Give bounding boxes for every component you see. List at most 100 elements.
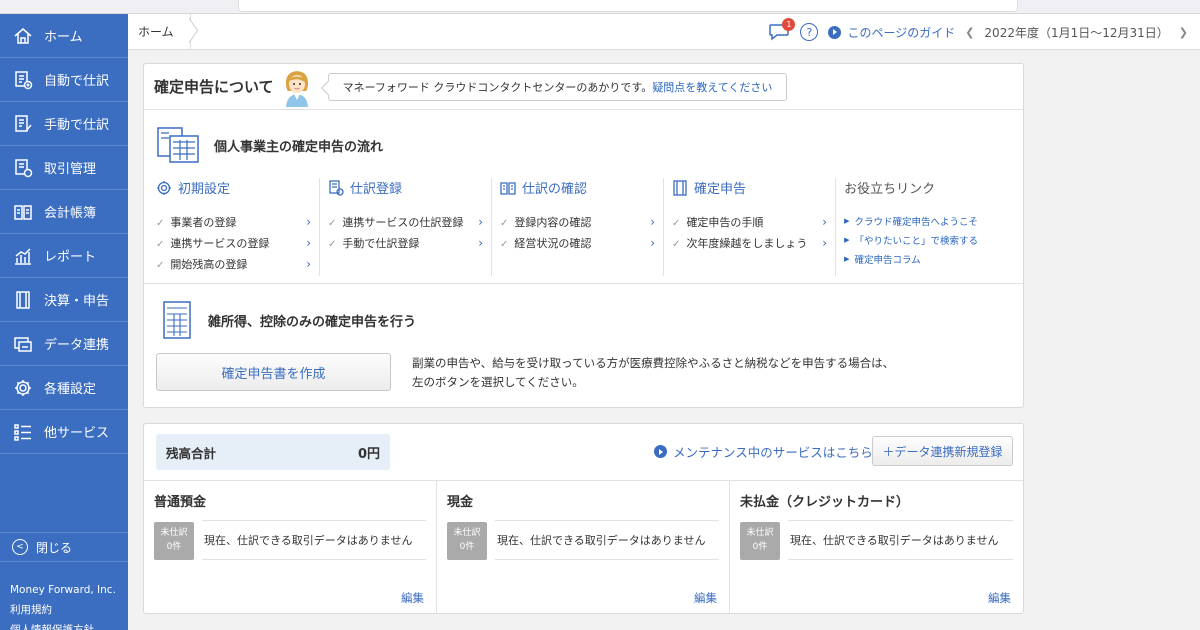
sidebar-item-label: レポート [44,250,97,265]
notification-button[interactable]: 1 [768,18,796,41]
book-icon [500,181,516,195]
link-label: クラウド確定申告へようこそ [854,216,978,228]
header-actions: 1 ? このページのガイド ❮ 2022年度（1月1日〜12月31日） ❯ [768,14,1188,50]
calculator-form-icon [157,127,199,163]
no-data-message: 現在、仕訳できる取引データはありません [497,534,706,547]
fiscal-year: 2022年度（1月1日〜12月31日） [984,25,1169,40]
account-list: 普通預金 未仕訳 0件 現在、仕訳できる取引データはありません 編集 現金 未仕訳… [144,480,1023,614]
sidebar-item-ledger[interactable]: 会計帳簿 [0,190,128,234]
sidebar-item-label: 自動で仕訳 [44,74,110,89]
check-icon: ✓ [156,259,165,271]
ask-question-link[interactable]: 疑問点を教えてください [652,79,772,95]
tax-form-icon [163,301,191,339]
tax-card-header: 確定申告について マネーフォワード クラウドコンタクトセンターのあかりです。 疑… [144,64,1023,110]
edit-link[interactable]: 編集 [694,590,717,606]
flow-step-link[interactable]: ✓ 手動で仕訳登録 › [328,232,483,253]
account-name: 未払金（クレジットカード） [740,495,910,510]
account-entry: 未仕訳 0件 現在、仕訳できる取引データはありません [154,520,426,560]
step-label: 次年度繰越をしましょう [686,236,808,250]
sidebar-close-button[interactable]: < 閉じる [0,532,128,562]
flow-column-title: 確定申告 [672,178,827,197]
account-name: 普通預金 [154,495,207,510]
account-cash: 現金 未仕訳 0件 現在、仕訳できる取引データはありません 編集 [437,481,730,614]
flow-step-link[interactable]: ✓ 開始残高の登録 › [156,253,311,274]
address-bar[interactable] [238,0,1018,12]
sidebar-item-manual-journal[interactable]: 手動で仕訳 [0,102,128,146]
sidebar-item-transactions[interactable]: 取引管理 [0,146,128,190]
unjournaled-badge: 未仕訳 0件 [740,522,780,560]
useful-links: お役立ちリンク ▶ クラウド確定申告へようこそ ▶ 「やりたいこと」で検索する ▶ 確… [844,178,1008,276]
sidebar-item-report[interactable]: レポート [0,234,128,278]
chevron-right-icon: › [306,235,312,250]
breadcrumb[interactable]: ホーム [128,14,191,50]
help-icon[interactable]: ? [800,23,819,41]
column-title-text: 仕訳の確認 [522,182,588,197]
speech-text: マネーフォワード クラウドコンタクトセンターのあかりです。 [342,80,653,94]
account-entry: 未仕訳 0件 現在、仕訳できる取引データはありません [740,520,1013,560]
contact-center-speech: マネーフォワード クラウドコンタクトセンターのあかりです。 疑問点を教えてくださ… [327,72,788,101]
section-divider [144,283,1023,284]
flow-step-link[interactable]: ✓ 次年度繰越をしましょう › [672,232,827,253]
chevron-right-icon: › [822,214,828,229]
useful-links-title: お役立ちリンク [844,182,936,197]
flow-step-link[interactable]: ✓ 連携サービスの登録 › [156,232,311,253]
page-guide-link[interactable]: このページのガイド [828,24,955,41]
add-data-link-button[interactable]: ＋データ連携新規登録 [872,436,1013,466]
flow-section-title: 個人事業主の確定申告の流れ [156,126,383,164]
flow-step-link[interactable]: ✓ 事業者の登録 › [156,211,311,232]
link-label: 確定申告コラム [854,254,921,266]
flow-step-link[interactable]: ✓ 登録内容の確認 › [500,211,655,232]
maintenance-link[interactable]: メンテナンス中のサービスはこちら [654,442,873,461]
useful-link[interactable]: ▶ 確定申告コラム [844,249,1000,268]
sidebar-item-data-link[interactable]: データ連携 [0,322,128,366]
flow-column-journal-entry: 仕訳登録 ✓ 連携サービスの仕訳登録 › ✓ 手動で仕訳登録 › [328,178,493,276]
balance-total: 残高合計 0円 [156,434,390,470]
misc-income-section-title: 雑所得、控除のみの確定申告を行う [162,300,416,340]
description-line: 副業の申告や、給与を受け取っている方が医療費控除やふるさと納税などを申告する場合… [412,356,895,370]
flow-step-link[interactable]: ✓ 連携サービスの仕訳登録 › [328,211,483,232]
next-year-chevron-icon[interactable]: ❯ [1179,26,1188,39]
account-entry: 未仕訳 0件 現在、仕訳できる取引データはありません [447,520,719,560]
edit-link[interactable]: 編集 [401,590,424,606]
sidebar-footer: Money Forward, Inc. 利用規約 個人情報保護方針 [10,580,116,630]
column-title-text: 確定申告 [694,182,747,197]
chevron-left-icon: < [12,539,28,555]
data-link-icon [12,333,34,355]
check-icon: ✓ [156,217,165,229]
list-icon [12,421,34,443]
step-label: 経営状況の確認 [514,236,592,250]
sidebar-item-settlement[interactable]: 決算・申告 [0,278,128,322]
column-title-text: 仕訳登録 [350,182,403,197]
home-icon [12,25,34,47]
create-tax-return-button[interactable]: 確定申告書を作成 [156,353,391,391]
report-icon [12,245,34,267]
flow-column-title: 仕訳登録 [328,178,483,197]
step-label: 事業者の登録 [170,215,237,229]
check-icon: ✓ [672,238,681,250]
sidebar-item-label: 取引管理 [44,162,97,177]
create-description: 副業の申告や、給与を受け取っている方が医療費控除やふるさと納税などを申告する場合… [412,354,894,392]
edit-link[interactable]: 編集 [988,590,1011,606]
sidebar-item-label: 各種設定 [44,382,97,397]
gear-icon [12,377,34,399]
flow-column-journal-review: 仕訳の確認 ✓ 登録内容の確認 › ✓ 経営状況の確認 › [500,178,665,276]
privacy-link[interactable]: 個人情報保護方針 [10,620,116,630]
prev-year-chevron-icon[interactable]: ❮ [965,26,974,39]
flow-step-link[interactable]: ✓ 経営状況の確認 › [500,232,655,253]
flow-step-link[interactable]: ✓ 確定申告の手順 › [672,211,827,232]
sidebar-item-home[interactable]: ホーム [0,14,128,58]
step-label: 手動で仕訳登録 [342,236,420,250]
close-label: 閉じる [36,540,73,555]
useful-link[interactable]: ▶ 「やりたいこと」で検索する [844,230,1000,249]
unjournaled-badge: 未仕訳 0件 [154,522,194,560]
check-icon: ✓ [328,217,337,229]
balance-total-label: 残高合計 [166,445,217,461]
sidebar-item-auto-journal[interactable]: 自動で仕訳 [0,58,128,102]
terms-link[interactable]: 利用規約 [10,600,116,620]
browser-toolbar [0,0,1200,14]
useful-link[interactable]: ▶ クラウド確定申告へようこそ [844,211,1000,230]
sidebar-item-other-services[interactable]: 他サービス [0,410,128,454]
check-icon: ✓ [672,217,681,229]
sidebar-item-settings[interactable]: 各種設定 [0,366,128,410]
chevron-right-icon: › [650,214,656,229]
